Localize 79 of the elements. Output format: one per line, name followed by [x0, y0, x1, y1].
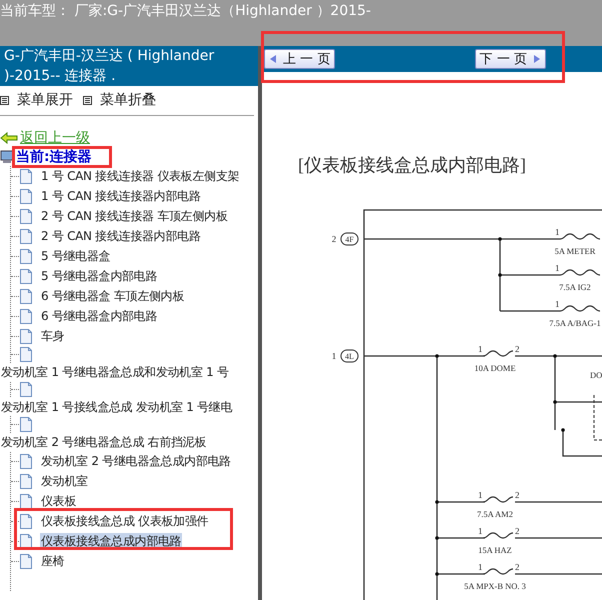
document-icon [19, 452, 33, 470]
document-icon [19, 328, 33, 344]
pin-number: 1 [478, 344, 482, 354]
fuse-label: 5A METER [554, 246, 596, 256]
menu-action[interactable]: 菜单折叠 [83, 91, 156, 109]
pin-number: 2 [515, 344, 520, 354]
pin-number: 1 [478, 562, 482, 572]
vehicle-title: 当前车型： 厂家:G-广汽丰田汉兰达（Highlander ）2015- [0, 2, 372, 21]
pin-number: 1 [332, 351, 336, 361]
document-icon [19, 512, 33, 530]
tree-item[interactable]: 5 号继电器盒 [40, 248, 112, 264]
component-label: DO [590, 370, 602, 380]
fuse-symbol [482, 350, 514, 357]
tree-item[interactable]: 6 号继电器盒内部电路 [40, 308, 158, 324]
tree-item[interactable]: 仪表板 [40, 492, 78, 510]
fuse-label: 7.5A A/BAG-1 [549, 318, 601, 328]
fuse-label: 5A MPX-B NO. 3 [464, 581, 526, 591]
fuse-label: 7.5A IG2 [559, 282, 591, 292]
menu-action[interactable]: 菜单展开 [0, 91, 73, 109]
connector-label: 4F [340, 232, 358, 246]
tree-item[interactable]: 发动机室 1 号继电器盒总成和发动机室 1 号 [1, 365, 229, 379]
right-arrow-icon [533, 53, 541, 65]
document-icon [19, 492, 33, 510]
fuse-symbol [559, 269, 601, 276]
category-header: G-广汽丰田-汉兰达 ( Highlander )-2015-- 连接器 . [0, 46, 258, 86]
tree-item[interactable]: 发动机室 2 号继电器盒总成内部电路 [40, 452, 232, 470]
current-category[interactable]: 当前:连接器 [16, 148, 92, 166]
document-icon [19, 346, 33, 363]
document-icon [19, 416, 33, 433]
document-icon [19, 168, 33, 184]
tree-item[interactable]: 1 号 CAN 接线连接器 仪表板左侧支架 [40, 168, 240, 184]
previous-page-button[interactable]: 上 一 页 [264, 49, 336, 69]
document-icon [19, 308, 33, 324]
tree-item[interactable]: 发动机室 [40, 472, 89, 490]
tree-item[interactable]: 1 号 CAN 接线连接器内部电路 [40, 188, 202, 204]
tree-item[interactable]: 6 号继电器盒 车顶左侧内板 [40, 288, 186, 304]
pin-number: 2 [515, 562, 520, 572]
tree-item[interactable]: 仪表板接线盒总成 仪表板加强件 [40, 512, 210, 530]
tree-item[interactable]: 座椅 [40, 552, 66, 570]
document-icon [19, 268, 33, 284]
fuse-symbol [482, 496, 514, 503]
diagram-title: [仪表板接线盒总成内部电路] [298, 155, 526, 175]
tree-item[interactable]: 2 号 CAN 接线连接器 车顶左侧内板 [40, 208, 228, 224]
pin-number: 1 [478, 526, 482, 536]
back-link[interactable]: 返回上一级 [20, 128, 90, 146]
connector-label: 4L [340, 350, 358, 362]
tree-item[interactable]: 发动机室 2 号继电器盒总成 右前挡泥板 [1, 435, 206, 449]
tree-item[interactable]: 发动机室 1 号接线盒总成 发动机室 1 号继电 [1, 400, 232, 414]
fuse-label: 7.5A AM2 [477, 509, 513, 519]
pin-number: 1 [555, 299, 560, 309]
fuse-symbol [559, 233, 601, 240]
tree-item[interactable]: 车身 [40, 328, 66, 344]
document-icon [19, 381, 33, 398]
document-icon [19, 472, 33, 490]
document-icon [19, 208, 33, 224]
pin-number: 2 [515, 490, 520, 500]
left-arrow-icon [269, 53, 277, 65]
pin-number: 2 [515, 526, 520, 536]
back-arrow-icon [0, 132, 18, 144]
fuse-label: 10A DOME [474, 363, 516, 373]
computer-icon [0, 150, 14, 164]
fuse-symbol [559, 305, 601, 312]
dashed-outline [594, 394, 602, 440]
pin-number: 1 [478, 490, 482, 500]
document-icon [19, 188, 33, 204]
fuse-symbol [482, 532, 514, 539]
tree-item[interactable]: 5 号继电器盒内部电路 [40, 268, 158, 284]
document-icon [19, 552, 33, 570]
fuse-label: 15A HAZ [478, 545, 512, 555]
fuse-symbol [482, 568, 514, 575]
pin-number: 1 [555, 263, 560, 273]
tree-item[interactable]: 2 号 CAN 接线连接器内部电路 [40, 228, 202, 244]
document-icon [19, 532, 33, 550]
pin-number: 2 [332, 234, 336, 244]
pin-number: 1 [555, 227, 560, 237]
document-icon [19, 248, 33, 264]
document-icon [19, 288, 33, 304]
next-page-button[interactable]: 下 一 页 [474, 49, 546, 69]
document-icon [19, 228, 33, 244]
